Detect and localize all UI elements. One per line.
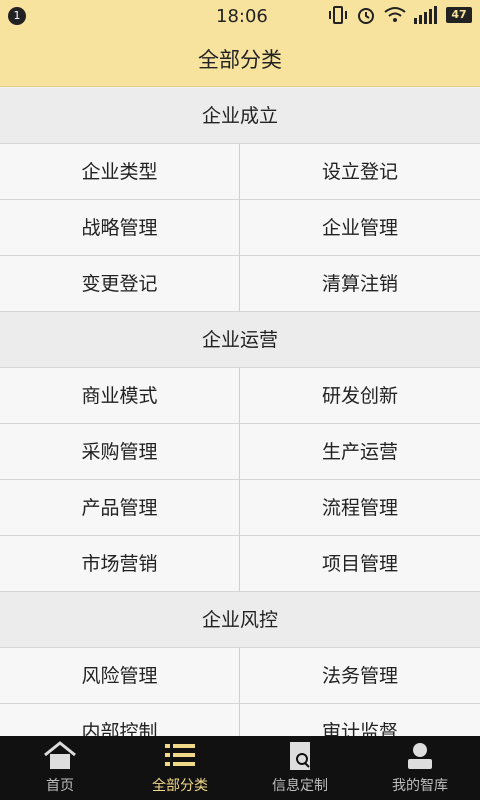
category-grid: 风险管理 法务管理 内部控制 审计监督 bbox=[0, 648, 480, 736]
bottom-tab-bar: 首页 全部分类 信息定制 我的智库 bbox=[0, 736, 480, 800]
category-item[interactable]: 商业模式 bbox=[0, 368, 240, 424]
section-title: 企业成立 bbox=[0, 88, 480, 144]
list-icon bbox=[165, 744, 195, 766]
signal-icon bbox=[414, 6, 437, 24]
category-item[interactable]: 企业管理 bbox=[240, 200, 480, 256]
category-item[interactable]: 市场营销 bbox=[0, 536, 240, 592]
status-time: 18:06 bbox=[216, 6, 268, 27]
document-search-icon bbox=[290, 742, 310, 770]
user-icon bbox=[408, 743, 432, 769]
tab-all-categories[interactable]: 全部分类 bbox=[120, 736, 240, 800]
category-item[interactable]: 产品管理 bbox=[0, 480, 240, 536]
vibrate-icon bbox=[329, 6, 347, 24]
section-title: 企业运营 bbox=[0, 312, 480, 368]
tab-label: 信息定制 bbox=[272, 778, 328, 794]
tab-label: 首页 bbox=[46, 778, 74, 794]
category-item[interactable]: 企业类型 bbox=[0, 144, 240, 200]
category-item[interactable]: 内部控制 bbox=[0, 704, 240, 736]
category-list[interactable]: 企业成立 企业类型 设立登记 战略管理 企业管理 变更登记 清算注销 企业运营 … bbox=[0, 88, 480, 736]
category-grid: 企业类型 设立登记 战略管理 企业管理 变更登记 清算注销 bbox=[0, 144, 480, 312]
home-icon bbox=[44, 741, 76, 769]
tab-label: 我的智库 bbox=[392, 778, 448, 794]
wifi-icon bbox=[384, 7, 406, 22]
header: 全部分类 bbox=[0, 33, 480, 87]
category-item[interactable]: 流程管理 bbox=[240, 480, 480, 536]
status-icons: 47 bbox=[328, 5, 472, 25]
category-item[interactable]: 审计监督 bbox=[240, 704, 480, 736]
alarm-icon bbox=[358, 8, 374, 24]
tab-info-custom[interactable]: 信息定制 bbox=[240, 736, 360, 800]
section-title: 企业风控 bbox=[0, 592, 480, 648]
tab-home[interactable]: 首页 bbox=[0, 736, 120, 800]
category-item[interactable]: 法务管理 bbox=[240, 648, 480, 704]
tab-label: 全部分类 bbox=[152, 778, 208, 794]
category-item[interactable]: 变更登记 bbox=[0, 256, 240, 312]
category-grid: 商业模式 研发创新 采购管理 生产运营 产品管理 流程管理 市场营销 项目管理 bbox=[0, 368, 480, 592]
category-item[interactable]: 风险管理 bbox=[0, 648, 240, 704]
status-bar: 1 18:06 47 bbox=[0, 0, 480, 33]
battery-icon: 47 bbox=[446, 7, 472, 23]
category-item[interactable]: 清算注销 bbox=[240, 256, 480, 312]
category-item[interactable]: 设立登记 bbox=[240, 144, 480, 200]
page-title: 全部分类 bbox=[198, 48, 282, 72]
category-item[interactable]: 采购管理 bbox=[0, 424, 240, 480]
tab-my-library[interactable]: 我的智库 bbox=[360, 736, 480, 800]
notification-badge: 1 bbox=[8, 7, 26, 25]
category-item[interactable]: 研发创新 bbox=[240, 368, 480, 424]
category-item[interactable]: 生产运营 bbox=[240, 424, 480, 480]
category-item[interactable]: 项目管理 bbox=[240, 536, 480, 592]
category-item[interactable]: 战略管理 bbox=[0, 200, 240, 256]
